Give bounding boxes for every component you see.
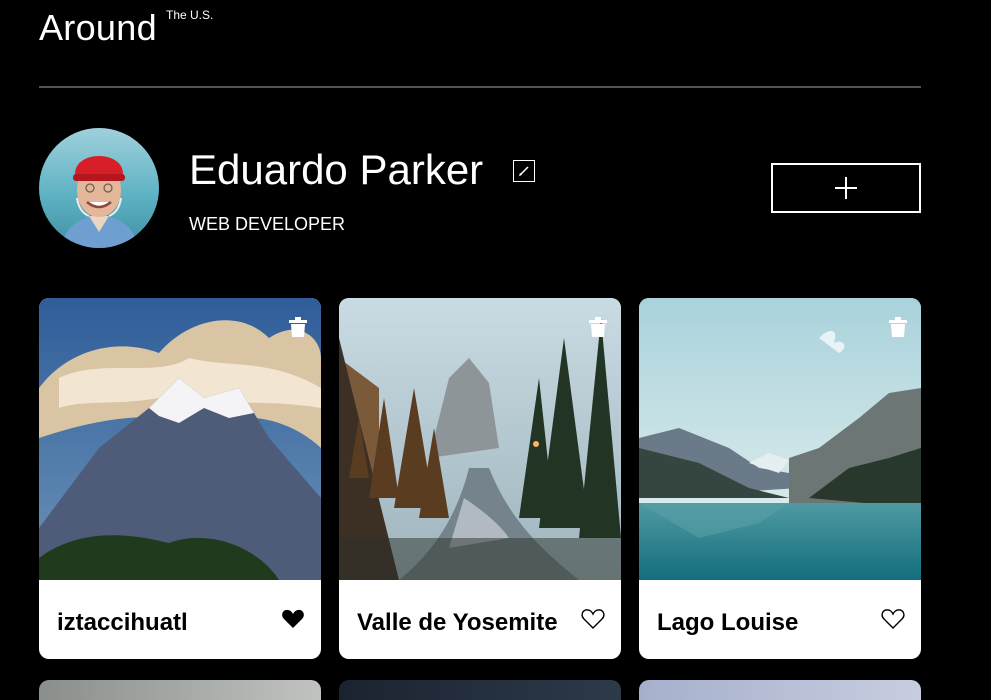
place-card-partial bbox=[339, 680, 621, 700]
plus-icon bbox=[835, 177, 857, 199]
trash-icon bbox=[889, 317, 907, 337]
place-title: iztaccihuatl bbox=[57, 609, 188, 636]
delete-button[interactable] bbox=[888, 316, 908, 338]
logo-superscript: The U.S. bbox=[166, 8, 214, 22]
place-title: Valle de Yosemite bbox=[357, 609, 558, 636]
place-image[interactable] bbox=[639, 298, 921, 580]
place-card-partial bbox=[639, 680, 921, 700]
avatar-image bbox=[39, 128, 159, 248]
heart-icon bbox=[581, 609, 605, 629]
like-button[interactable] bbox=[281, 608, 305, 630]
heart-icon bbox=[881, 609, 905, 629]
trash-icon bbox=[289, 317, 307, 337]
profile-name: Eduardo Parker bbox=[189, 146, 484, 193]
place-image[interactable] bbox=[339, 298, 621, 580]
delete-button[interactable] bbox=[288, 316, 308, 338]
place-card: Lago Louise bbox=[639, 298, 921, 659]
add-place-button[interactable] bbox=[771, 163, 921, 213]
like-button[interactable] bbox=[881, 608, 905, 630]
delete-button[interactable] bbox=[588, 316, 608, 338]
avatar[interactable] bbox=[39, 128, 159, 248]
place-title: Lago Louise bbox=[657, 609, 799, 636]
heart-icon bbox=[282, 609, 304, 628]
place-image[interactable] bbox=[39, 298, 321, 580]
pencil-icon bbox=[519, 166, 529, 176]
edit-profile-button[interactable] bbox=[513, 160, 535, 182]
trash-icon bbox=[589, 317, 607, 337]
profile-job: WEB DEVELOPER bbox=[189, 214, 346, 234]
place-card: iztaccihuatl bbox=[39, 298, 321, 659]
place-card: Valle de Yosemite bbox=[339, 298, 621, 659]
logo-main-text: Around bbox=[39, 7, 157, 48]
header-divider bbox=[39, 86, 921, 88]
like-button[interactable] bbox=[581, 608, 605, 630]
logo: Around The U.S. bbox=[39, 7, 213, 48]
place-card-partial bbox=[39, 680, 321, 700]
